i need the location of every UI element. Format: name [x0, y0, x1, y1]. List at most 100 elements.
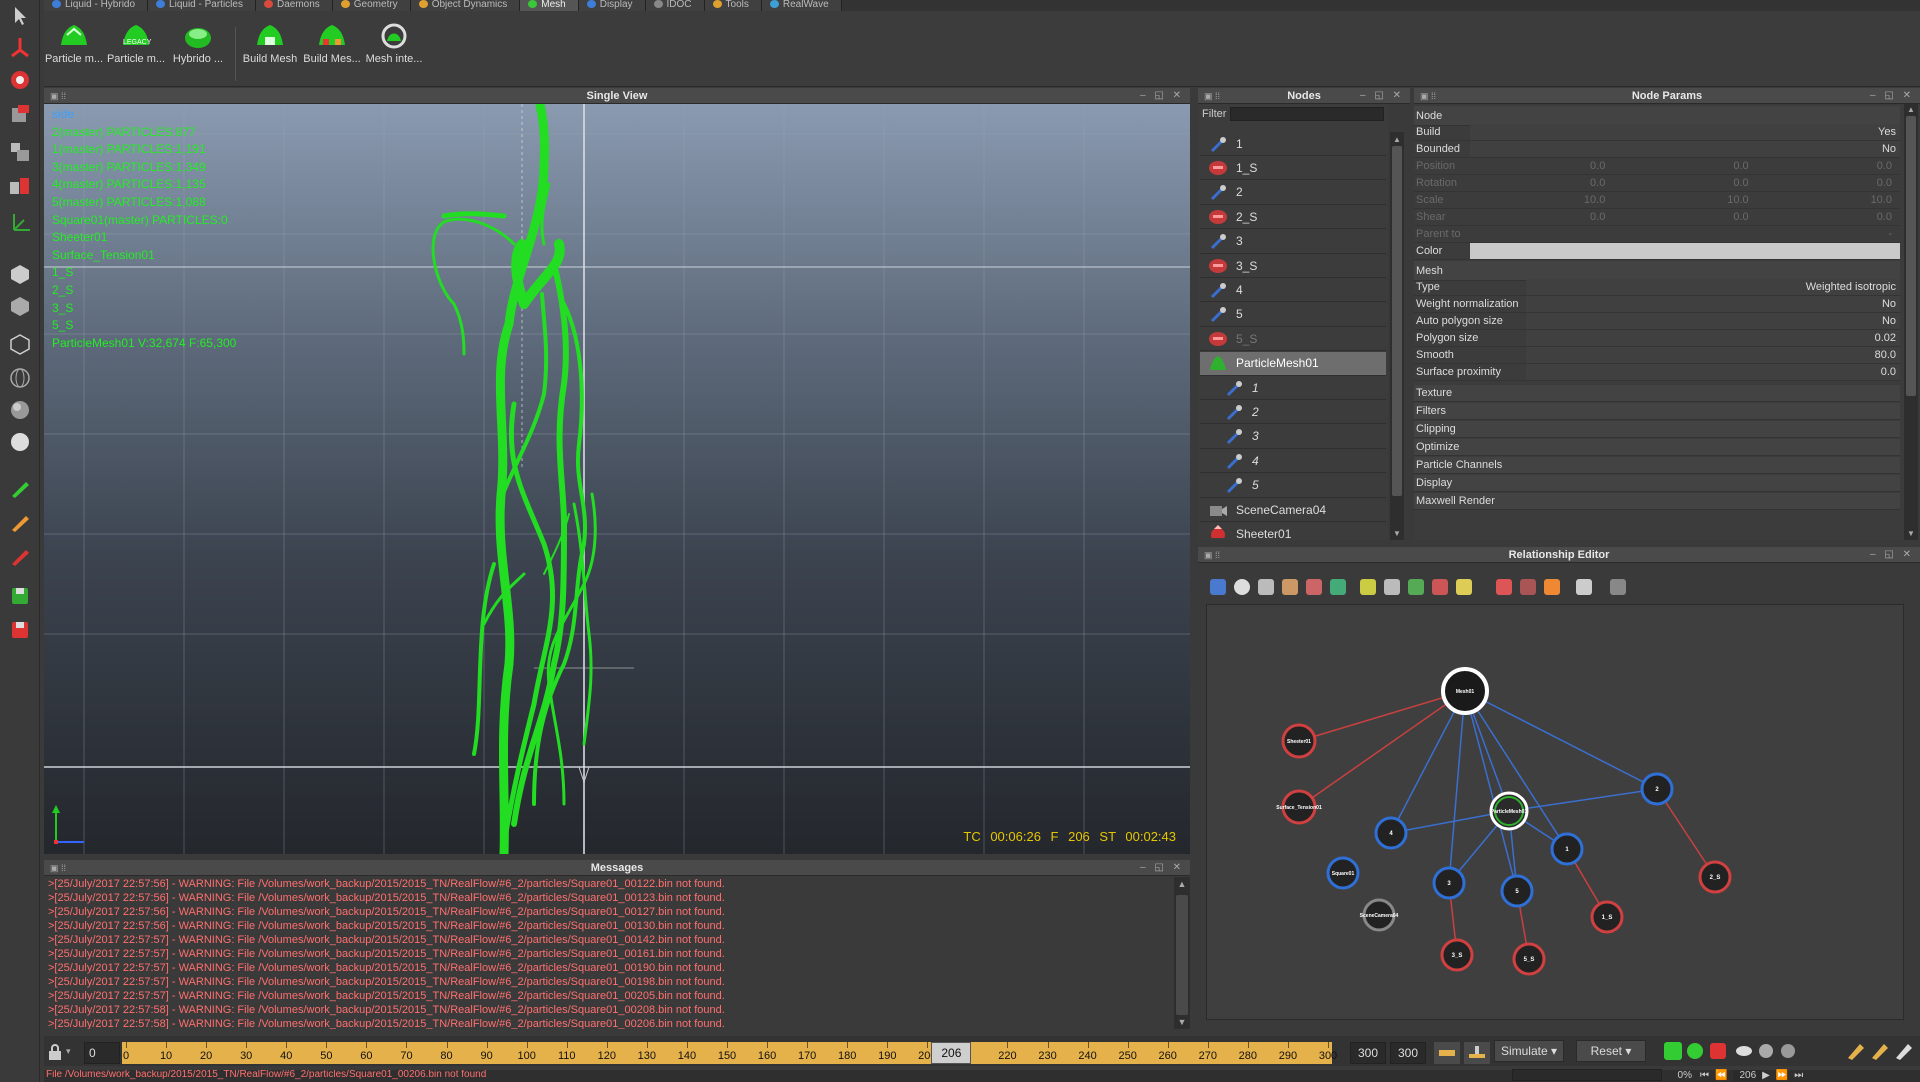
orange-brush-icon[interactable] — [8, 510, 32, 534]
panel-grip-icon[interactable]: ▣ ⁞⁞ — [1204, 547, 1220, 563]
scroll-down-icon[interactable]: ▼ — [1392, 530, 1402, 538]
node-item-1[interactable]: 1 — [1200, 376, 1386, 400]
nodes-titlebar[interactable]: ▣ ⁞⁞ Nodes – ◱ ✕ — [1198, 88, 1410, 104]
panel-grip-icon[interactable]: ▣ ⁞⁞ — [1204, 88, 1220, 104]
params-scroll-thumb[interactable] — [1906, 116, 1916, 396]
param-vector-value[interactable]: 10.0 — [1757, 192, 1900, 208]
node-item-3[interactable]: 3 — [1200, 230, 1386, 254]
shaded-sphere-icon[interactable] — [8, 398, 32, 422]
param-vector-value[interactable]: 0.0 — [1470, 209, 1613, 225]
timeline-options-icon[interactable]: ▾ — [66, 1046, 76, 1058]
graph-node-s2[interactable]: 2_S — [1698, 860, 1732, 894]
node-item-scenecamera04[interactable]: SceneCamera04 — [1200, 498, 1386, 522]
node-item-5[interactable]: 5 — [1200, 474, 1386, 498]
zoom-fit-icon[interactable] — [1384, 579, 1400, 595]
daemon-link-icon[interactable] — [1496, 579, 1512, 595]
param-row[interactable]: Bounded No — [1414, 141, 1900, 158]
cube-icon[interactable] — [8, 262, 32, 286]
graph-node-sheeter[interactable]: Sheeter01 — [1281, 723, 1317, 759]
param-row[interactable]: Type Weighted isotropic — [1414, 279, 1900, 296]
graph-node-n3[interactable]: 3 — [1432, 866, 1466, 900]
param-vector-value[interactable]: - — [1757, 226, 1900, 242]
scroll-up-icon[interactable]: ▲ — [1906, 106, 1916, 114]
panel-window-controls[interactable]: – ◱ ✕ — [1870, 88, 1914, 104]
param-row[interactable]: Polygon size 0.02 — [1414, 330, 1900, 347]
connect-icon[interactable] — [1408, 579, 1424, 595]
section-texture[interactable]: Texture — [1414, 385, 1900, 402]
param-vector-value[interactable]: 10.0 — [1613, 192, 1756, 208]
graph-node-s5[interactable]: 5_S — [1512, 942, 1546, 976]
last-frame-icon[interactable]: ⏭ — [1794, 1070, 1809, 1081]
particle-mesh-button[interactable]: Particle m... — [44, 21, 104, 83]
reset-dropdown[interactable]: Reset ▾ — [1576, 1040, 1646, 1062]
param-vector-value[interactable]: 10.0 — [1470, 192, 1613, 208]
panel-window-controls[interactable]: – ◱ ✕ — [1870, 547, 1914, 563]
graph-node-n1[interactable]: 1 — [1550, 832, 1584, 866]
scroll-down-icon[interactable]: ▼ — [1176, 1017, 1188, 1027]
section-mesh[interactable]: Mesh — [1414, 261, 1900, 281]
refresh-icon[interactable] — [1234, 579, 1250, 595]
scale-icon[interactable] — [8, 102, 32, 126]
param-value[interactable]: 0.0 — [1526, 364, 1900, 380]
nodes-scroll-thumb[interactable] — [1392, 146, 1402, 496]
disconnect-icon[interactable] — [1432, 579, 1448, 595]
section-node[interactable]: Node — [1414, 106, 1900, 126]
param-vector-value[interactable]: 0.0 — [1613, 158, 1756, 174]
single-view-viewport[interactable]: side 2(master) PARTICLES:877 1(master) PAR… — [44, 104, 1190, 854]
timeline-ruler[interactable]: 0 10 20 30 40 50 60 70 80 90 100 110 120 130 140 150 160… — [122, 1042, 1337, 1064]
section-display[interactable]: Display — [1414, 475, 1900, 492]
node-item-2[interactable]: 2 — [1200, 181, 1386, 205]
panel-window-controls[interactable]: – ◱ ✕ — [1140, 860, 1184, 876]
scroll-up-icon[interactable]: ▲ — [1392, 136, 1402, 144]
messages-titlebar[interactable]: ▣ ⁞⁞ Messages – ◱ ✕ — [44, 860, 1190, 876]
build-meshes-button[interactable]: Build Mes... — [302, 21, 362, 83]
tab-display[interactable]: Display — [578, 0, 646, 11]
param-vector-value[interactable]: 0.0 — [1757, 175, 1900, 191]
zoom-in-icon[interactable] — [1360, 579, 1376, 595]
layout-tree-icon[interactable] — [1282, 579, 1298, 595]
tab-tools[interactable]: Tools — [704, 0, 762, 11]
param-vector-row[interactable]: Scale 10.0 10.0 10.0 — [1414, 192, 1900, 209]
graph-node-n4[interactable]: 4 — [1374, 816, 1408, 850]
red-brush-icon[interactable] — [8, 544, 32, 568]
timeline-playhead[interactable]: 206 — [931, 1042, 972, 1064]
wire-cube-icon[interactable] — [8, 332, 32, 356]
group-icon[interactable] — [1330, 579, 1346, 595]
node-item-1-s[interactable]: 1_S — [1200, 156, 1386, 181]
end-frame-field[interactable]: 300 — [1350, 1042, 1386, 1064]
param-row[interactable]: Smooth 80.0 — [1414, 347, 1900, 364]
params-scrollbar[interactable]: ▲ ▼ — [1904, 104, 1918, 540]
select-arrow-icon[interactable] — [8, 4, 32, 28]
panel-grip-icon[interactable]: ▣ ⁞⁞ — [1420, 88, 1436, 104]
tab-mesh[interactable]: Mesh — [520, 0, 579, 11]
playback-controls[interactable]: ⏮⏪ 206 ▶⏩⏭ — [1700, 1070, 1918, 1082]
param-vector-value[interactable]: 0.0 — [1613, 209, 1756, 225]
pin-icon[interactable] — [1610, 579, 1626, 595]
param-vector-value[interactable] — [1613, 226, 1756, 242]
rotate-icon[interactable] — [8, 68, 32, 92]
cube-solid-icon[interactable] — [8, 294, 32, 318]
layout-icon[interactable] — [8, 140, 32, 164]
node-item-4[interactable]: 4 — [1200, 449, 1386, 474]
param-vector-value[interactable]: 0.0 — [1757, 209, 1900, 225]
tab-geometry[interactable]: Geometry — [332, 0, 411, 11]
axis-icon[interactable] — [8, 210, 32, 234]
param-value[interactable]: No — [1470, 141, 1900, 157]
wire-sphere-icon[interactable] — [8, 366, 32, 390]
messages-log[interactable]: >[25/July/2017 22:57:56] - WARNING: File… — [44, 877, 1174, 1029]
prev-frame-icon[interactable]: ⏪ — [1715, 1070, 1733, 1081]
keyframe-icon[interactable] — [1434, 1042, 1460, 1064]
tab-object-dynamics[interactable]: Object Dynamics — [410, 0, 521, 11]
param-value[interactable]: No — [1526, 313, 1900, 329]
mesh-interpolate-button[interactable]: Mesh inte... — [364, 21, 424, 83]
particle-mesh-legacy-button[interactable]: LEGACY Particle m... — [106, 21, 166, 83]
graph-node-s1[interactable]: 1_S — [1590, 900, 1624, 934]
section-clipping[interactable]: Clipping — [1414, 421, 1900, 438]
graph-node-cam[interactable]: SceneCamera04 — [1360, 898, 1399, 932]
node-item-1[interactable]: 1 — [1200, 132, 1386, 156]
node-item-4[interactable]: 4 — [1200, 278, 1386, 303]
graph-node-mesh[interactable]: Mesh01 — [1441, 667, 1489, 715]
scroll-up-icon[interactable]: ▲ — [1176, 879, 1188, 889]
single-view-titlebar[interactable]: ▣ ⁞⁞ Single View – ◱ ✕ — [44, 88, 1190, 104]
lock-icon[interactable] — [46, 1042, 64, 1062]
